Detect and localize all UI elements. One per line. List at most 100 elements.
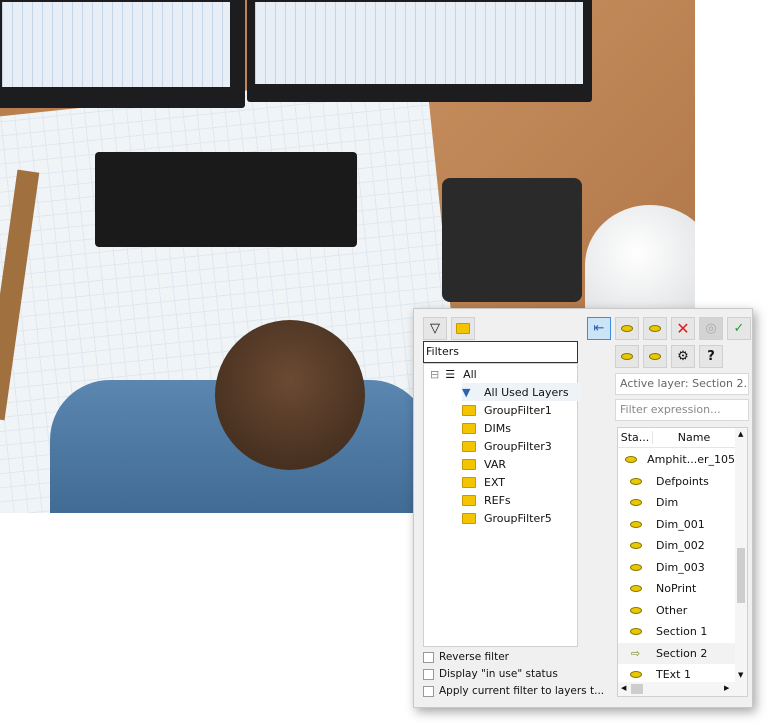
- tree-item[interactable]: EXT: [462, 473, 505, 491]
- apply-filter-checkbox[interactable]: Apply current filter to layers t...: [423, 685, 604, 697]
- tree-item[interactable]: VAR: [462, 455, 506, 473]
- layer-name: NoPrint: [656, 582, 697, 595]
- reverse-filter-checkbox[interactable]: Reverse filter: [423, 651, 509, 663]
- table-row[interactable]: Dim: [618, 492, 735, 513]
- layer-icon[interactable]: [618, 475, 653, 488]
- layer-icon[interactable]: [618, 561, 653, 574]
- tree-label: GroupFilter5: [484, 511, 552, 525]
- mouse-pad: [442, 178, 582, 302]
- layer-manager-panel: ▽ Filters ⊟ ☰ All ▼ All Used Layers Grou…: [413, 308, 753, 708]
- disabled-icon: ◎: [699, 317, 723, 340]
- tree-item[interactable]: GroupFilter5: [462, 509, 552, 527]
- scroll-down-icon[interactable]: ▼: [738, 671, 743, 679]
- scroll-thumb-h[interactable]: [631, 684, 643, 694]
- layer-name: Dim_001: [656, 517, 705, 531]
- tree-label: All Used Layers: [484, 385, 569, 399]
- folder-icon: [462, 458, 476, 470]
- active-layer-field: Active layer: Section 2. Total l: [615, 373, 749, 395]
- folder-icon: [462, 494, 476, 506]
- help-icon[interactable]: ?: [699, 345, 723, 368]
- layer-icon[interactable]: [618, 496, 653, 509]
- checkbox-label: Apply current filter to layers t...: [439, 685, 605, 697]
- tree-label: GroupFilter1: [484, 403, 552, 417]
- tree-label: All: [463, 367, 477, 381]
- scroll-right-icon[interactable]: ▶: [724, 684, 729, 692]
- toggle-panel-icon[interactable]: ⇤: [587, 317, 611, 340]
- tree-label: GroupFilter3: [484, 439, 552, 453]
- layer-icon[interactable]: [618, 604, 653, 617]
- hard-hat: [585, 205, 695, 325]
- folder-icon: [462, 422, 476, 434]
- layer-name: Amphit...er_105: [647, 453, 735, 466]
- keyboard: [95, 152, 357, 247]
- layer-name: Dim_002: [656, 539, 705, 552]
- table-row[interactable]: ⇨ Section 2: [618, 642, 735, 664]
- layer-name: Dim_003: [656, 560, 705, 574]
- layer-icon[interactable]: [618, 539, 653, 552]
- list-icon: ☰: [445, 367, 456, 381]
- collapse-icon[interactable]: ⊟: [430, 368, 439, 381]
- scroll-thumb[interactable]: [737, 548, 745, 603]
- delete-icon[interactable]: ✕: [671, 317, 695, 340]
- folder-icon: [462, 512, 476, 524]
- tree-item-all-used-layers[interactable]: ▼ All Used Layers: [462, 383, 581, 401]
- table-row[interactable]: Section 1: [618, 621, 735, 642]
- tree-item[interactable]: GroupFilter1: [462, 401, 552, 419]
- horizontal-scrollbar[interactable]: ◀ ▶: [618, 682, 747, 696]
- tree-label: DIMs: [484, 421, 511, 435]
- monitor-left: [0, 0, 245, 108]
- layer-icon[interactable]: [618, 518, 653, 531]
- used-filter-icon: ▼: [462, 385, 471, 399]
- table-row[interactable]: Dim_003: [618, 557, 735, 578]
- table-row[interactable]: Dim_002: [618, 535, 735, 556]
- tree-label: REFs: [484, 493, 511, 507]
- monitor-right: [247, 0, 592, 102]
- settings-icon[interactable]: ⚙: [671, 345, 695, 368]
- layer-states-icon[interactable]: [615, 345, 639, 368]
- tree-item[interactable]: REFs: [462, 491, 511, 509]
- column-name[interactable]: Name: [653, 431, 735, 444]
- table-row[interactable]: Other: [618, 600, 735, 621]
- display-in-use-checkbox[interactable]: Display "in use" status: [423, 668, 558, 680]
- layer-name: Dim: [656, 496, 679, 509]
- layers-table: Sta... Name Amphit...er_105 Defpoints Dim D…: [617, 427, 748, 697]
- new-group-filter-folder-icon[interactable]: [451, 317, 475, 340]
- scroll-up-icon[interactable]: ▲: [738, 430, 743, 438]
- layer-icon[interactable]: [618, 668, 653, 681]
- layer-name: Defpoints: [656, 474, 709, 488]
- layer-icon[interactable]: [618, 582, 653, 595]
- tree-item[interactable]: DIMs: [462, 419, 511, 437]
- layer-name: Other: [656, 603, 688, 617]
- layer-name: Section 2: [656, 646, 708, 660]
- column-status[interactable]: Sta...: [618, 431, 653, 444]
- table-row[interactable]: Amphit...er_105: [618, 449, 735, 470]
- layer-icon[interactable]: [618, 453, 644, 466]
- layer-name: TExt 1: [656, 668, 691, 681]
- checkbox-label: Reverse filter: [439, 651, 509, 663]
- layer-name: Section 1: [656, 625, 708, 638]
- layer-search-icon[interactable]: [643, 345, 667, 368]
- filter-expression-input[interactable]: Filter expression...: [615, 399, 749, 421]
- vertical-scrollbar[interactable]: ▲ ▼: [735, 428, 747, 682]
- table-row[interactable]: Defpoints: [618, 471, 735, 492]
- new-layer-icon[interactable]: [615, 317, 639, 340]
- filters-field[interactable]: Filters: [423, 341, 578, 363]
- filter-tree[interactable]: ⊟ ☰ All ▼ All Used Layers GroupFilter1 D…: [423, 363, 581, 647]
- checkbox-label: Display "in use" status: [439, 668, 558, 680]
- person-head: [215, 320, 365, 470]
- folder-icon: [462, 476, 476, 488]
- table-row[interactable]: NoPrint: [618, 578, 735, 599]
- layer-icon[interactable]: [618, 625, 653, 638]
- filter-icon[interactable]: ▽: [423, 317, 447, 340]
- table-header: Sta... Name: [618, 428, 735, 448]
- tree-label: EXT: [484, 475, 506, 489]
- table-row[interactable]: Dim_001: [618, 514, 735, 535]
- set-current-icon[interactable]: ✓: [727, 317, 751, 340]
- tree-root-all[interactable]: ⊟ ☰ All: [430, 365, 477, 383]
- new-layer-viewport-icon[interactable]: [643, 317, 667, 340]
- current-layer-arrow-icon[interactable]: ⇨: [618, 647, 653, 660]
- folder-icon: [462, 404, 476, 416]
- scroll-left-icon[interactable]: ◀: [621, 684, 626, 692]
- tree-item[interactable]: GroupFilter3: [462, 437, 552, 455]
- folder-icon: [462, 440, 476, 452]
